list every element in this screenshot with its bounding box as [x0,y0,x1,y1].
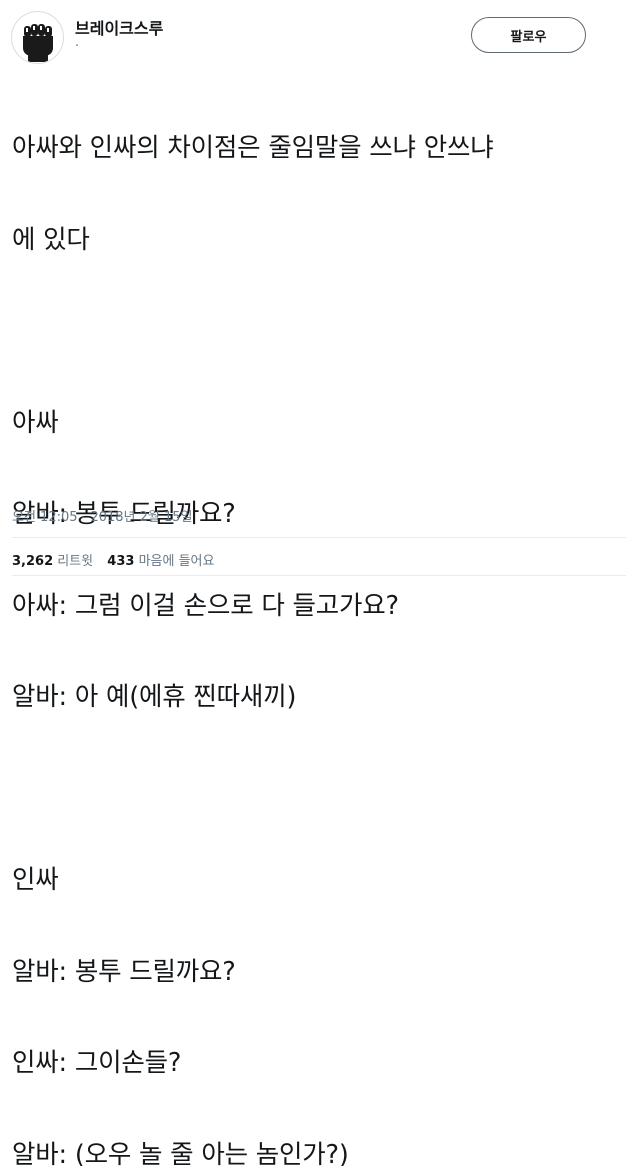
tweet-header: 브레이크스루 · 팔로우 [11,11,626,67]
fist-icon [12,12,64,64]
tweet-line: 에 있다 [12,225,622,256]
follow-button[interactable]: 팔로우 [471,17,586,53]
user-handle[interactable]: · [75,39,79,54]
tweet-line [12,774,622,805]
tweet-stats: 3,262 리트윗 433 마음에 들어요 [12,550,224,569]
retweets-count: 3,262 [12,554,53,569]
tweet-line: 인싸: 그이손들? [12,1048,622,1079]
retweets-stat[interactable]: 3,262 리트윗 [12,554,93,569]
retweets-label: 리트윗 [57,554,93,569]
display-name[interactable]: 브레이크스루 [75,15,163,39]
likes-label: 마음에 들어요 [139,554,215,569]
divider [12,575,626,576]
likes-stat[interactable]: 433 마음에 들어요 [107,554,214,569]
tweet-line: 아싸 [12,408,622,439]
tweet-text: 아싸와 인싸의 차이점은 줄임말을 쓰냐 안쓰냐 에 있다 아싸 알바: 봉투 … [12,72,622,1166]
tweet-line: 알바: 아 예(에휴 찐따새끼) [12,682,622,713]
tweet-line: 아싸: 그럼 이걸 손으로 다 들고가요? [12,591,622,622]
tweet-line: 인싸 [12,865,622,896]
tweet-timestamp[interactable]: 오전 12:05 - 2018년 2월 15일 [12,506,193,525]
tweet-line: 알바: (오우 놀 줄 아는 놈인가?) [12,1140,622,1166]
avatar[interactable] [11,11,64,64]
divider [12,537,626,538]
tweet-line: 알바: 봉투 드릴까요? [12,957,622,988]
likes-count: 433 [107,554,134,569]
tweet-line: 아싸와 인싸의 차이점은 줄임말을 쓰냐 안쓰냐 [12,133,622,164]
tweet-line [12,316,622,347]
